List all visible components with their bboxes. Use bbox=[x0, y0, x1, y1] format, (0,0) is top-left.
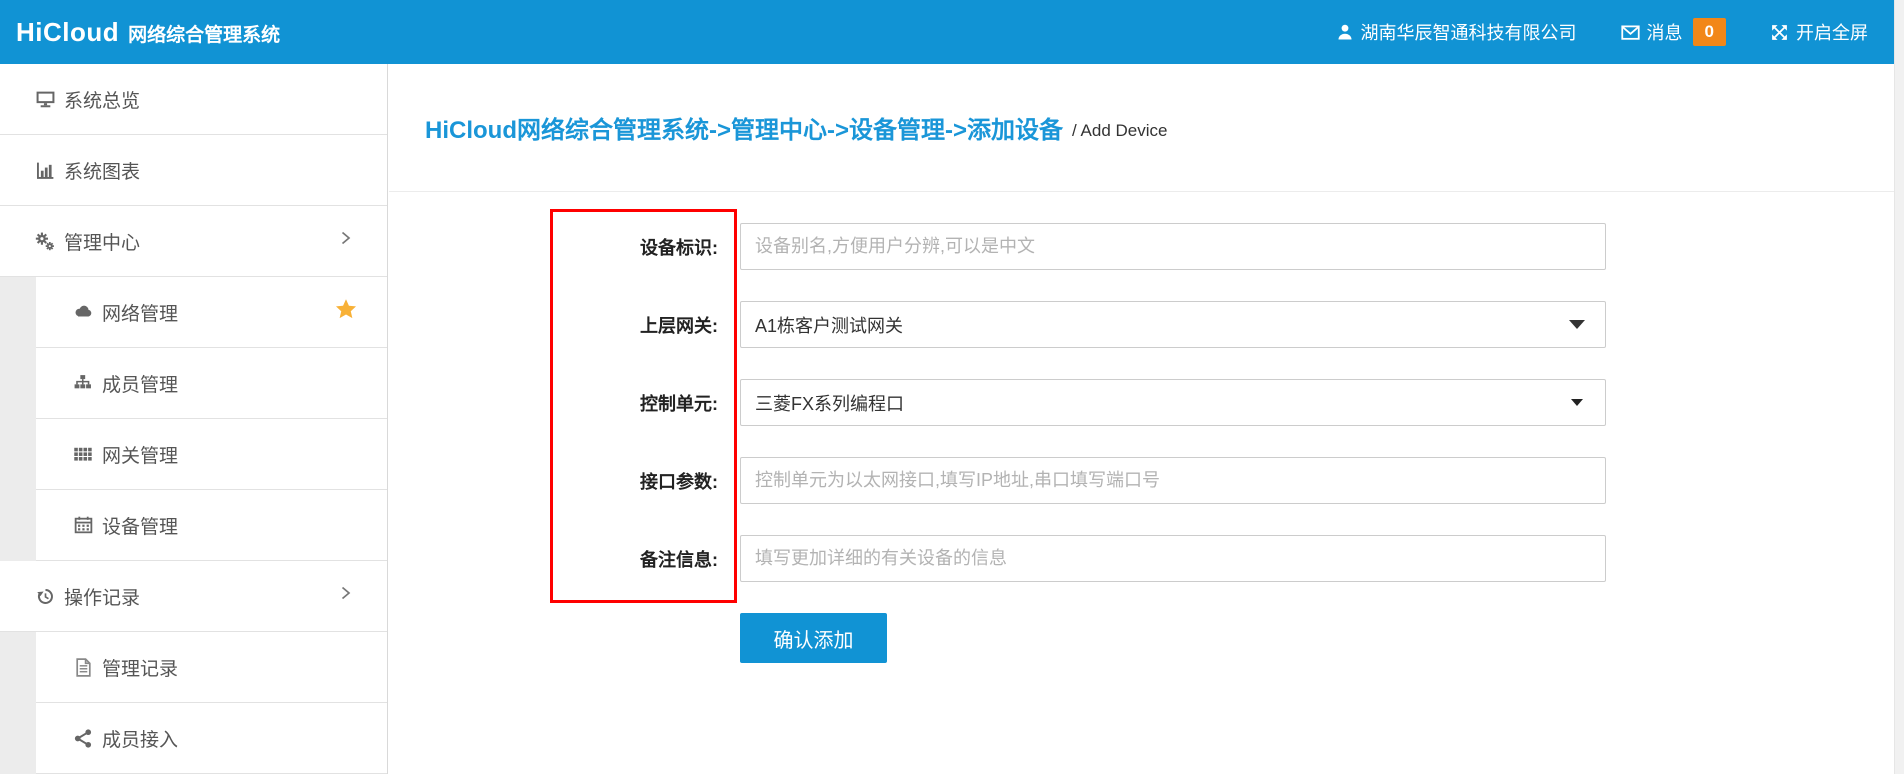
breadcrumb-path[interactable]: HiCloud网络综合管理系统->管理中心->设备管理->添加设备 bbox=[425, 110, 1063, 145]
chevron-right-icon bbox=[339, 229, 353, 253]
sidebar-item-label: 设备管理 bbox=[102, 512, 178, 539]
main-content: HiCloud网络综合管理系统->管理中心->设备管理->添加设备 / Add … bbox=[389, 64, 1894, 774]
vertical-scrollbar[interactable] bbox=[1894, 0, 1904, 774]
add-device-form: 设备标识: 上层网关: A1栋客户测试网关 控制单元: 三菱FX系列编程口 接口… bbox=[389, 192, 1894, 663]
form-row: 备注信息: bbox=[389, 535, 1894, 582]
sidebar-item-operation-log[interactable]: 操作记录 bbox=[0, 561, 387, 632]
sidebar-item-label: 成员管理 bbox=[102, 370, 178, 397]
interface-params-field[interactable] bbox=[740, 457, 1606, 504]
messages-button[interactable]: 消息 0 bbox=[1621, 18, 1726, 46]
messages-count-badge: 0 bbox=[1693, 18, 1726, 46]
calendar-icon bbox=[72, 514, 94, 536]
sidebar-item-member-mgmt[interactable]: 成员管理 bbox=[36, 348, 387, 419]
share-icon bbox=[72, 727, 94, 749]
cloud-icon bbox=[72, 301, 94, 323]
history-icon bbox=[34, 585, 56, 607]
caret-down-icon bbox=[1571, 399, 1583, 406]
form-row: 上层网关: A1栋客户测试网关 bbox=[389, 301, 1894, 348]
brand-suffix: 网络综合管理系统 bbox=[128, 20, 280, 47]
sidebar-item-label: 系统总览 bbox=[64, 86, 140, 113]
form-row: 控制单元: 三菱FX系列编程口 bbox=[389, 379, 1894, 426]
form-row: 接口参数: bbox=[389, 457, 1894, 504]
sidebar-item-gateway-mgmt[interactable]: 网关管理 bbox=[36, 419, 387, 490]
desktop-icon bbox=[34, 88, 56, 110]
sidebar-item-network-mgmt[interactable]: 网络管理 bbox=[36, 277, 387, 348]
cogs-icon bbox=[34, 230, 56, 252]
parent-gateway-label: 上层网关: bbox=[389, 312, 740, 338]
breadcrumb: HiCloud网络综合管理系统->管理中心->设备管理->添加设备 / Add … bbox=[389, 64, 1894, 192]
fullscreen-label: 开启全屏 bbox=[1796, 19, 1868, 45]
sidebar-item-system-overview[interactable]: 系统总览 bbox=[0, 64, 387, 135]
sidebar-item-admin-log[interactable]: 管理记录 bbox=[36, 632, 387, 703]
sidebar-item-label: 管理中心 bbox=[64, 228, 140, 255]
app-logo: HiCloud 网络综合管理系统 bbox=[16, 17, 280, 48]
company-name: 湖南华辰智通科技有限公司 bbox=[1361, 19, 1577, 45]
sidebar-item-admin-center[interactable]: 管理中心 bbox=[0, 206, 387, 277]
device-id-label: 设备标识: bbox=[389, 234, 740, 260]
star-icon bbox=[335, 298, 357, 326]
sidebar-item-label: 系统图表 bbox=[64, 157, 140, 184]
control-unit-label: 控制单元: bbox=[389, 390, 740, 416]
document-icon bbox=[72, 656, 94, 678]
form-row: 设备标识: bbox=[389, 223, 1894, 270]
envelope-icon bbox=[1621, 23, 1640, 42]
control-unit-value: 三菱FX系列编程口 bbox=[755, 390, 1571, 416]
parent-gateway-value: A1栋客户测试网关 bbox=[755, 312, 1569, 338]
confirm-add-button[interactable]: 确认添加 bbox=[740, 613, 887, 663]
remarks-label: 备注信息: bbox=[389, 546, 740, 572]
expand-icon bbox=[1770, 23, 1789, 42]
topbar: HiCloud 网络综合管理系统 湖南华辰智通科技有限公司 消息 0 开启全屏 bbox=[0, 0, 1894, 64]
remarks-field[interactable] bbox=[740, 535, 1606, 582]
breadcrumb-suffix: / Add Device bbox=[1072, 115, 1167, 141]
sidebar-item-label: 网络管理 bbox=[102, 299, 178, 326]
chevron-right-icon bbox=[339, 584, 353, 608]
sidebar-item-label: 成员接入 bbox=[102, 725, 178, 752]
parent-gateway-select[interactable]: A1栋客户测试网关 bbox=[740, 301, 1606, 348]
sidebar-item-system-charts[interactable]: 系统图表 bbox=[0, 135, 387, 206]
control-unit-select[interactable]: 三菱FX系列编程口 bbox=[740, 379, 1606, 426]
topbar-right: 湖南华辰智通科技有限公司 消息 0 开启全屏 bbox=[1336, 18, 1868, 46]
sidebar-item-label: 操作记录 bbox=[64, 583, 140, 610]
sidebar-item-label: 管理记录 bbox=[102, 654, 178, 681]
brand-name: HiCloud bbox=[16, 17, 119, 48]
user-icon bbox=[1336, 23, 1354, 41]
fullscreen-button[interactable]: 开启全屏 bbox=[1770, 19, 1868, 45]
interface-params-label: 接口参数: bbox=[389, 468, 740, 494]
device-id-field[interactable] bbox=[740, 223, 1606, 270]
sidebar-item-label: 网关管理 bbox=[102, 441, 178, 468]
sidebar-item-member-access[interactable]: 成员接入 bbox=[36, 703, 387, 774]
caret-down-icon bbox=[1569, 320, 1585, 329]
grid-icon bbox=[72, 443, 94, 465]
messages-label: 消息 bbox=[1647, 19, 1683, 45]
sitemap-icon bbox=[72, 372, 94, 394]
company-account[interactable]: 湖南华辰智通科技有限公司 bbox=[1336, 19, 1577, 45]
sidebar: 系统总览 系统图表 bbox=[0, 64, 388, 774]
submit-row: 确认添加 bbox=[389, 613, 1894, 663]
sidebar-item-device-mgmt[interactable]: 设备管理 bbox=[36, 490, 387, 561]
bar-chart-icon bbox=[34, 159, 56, 181]
